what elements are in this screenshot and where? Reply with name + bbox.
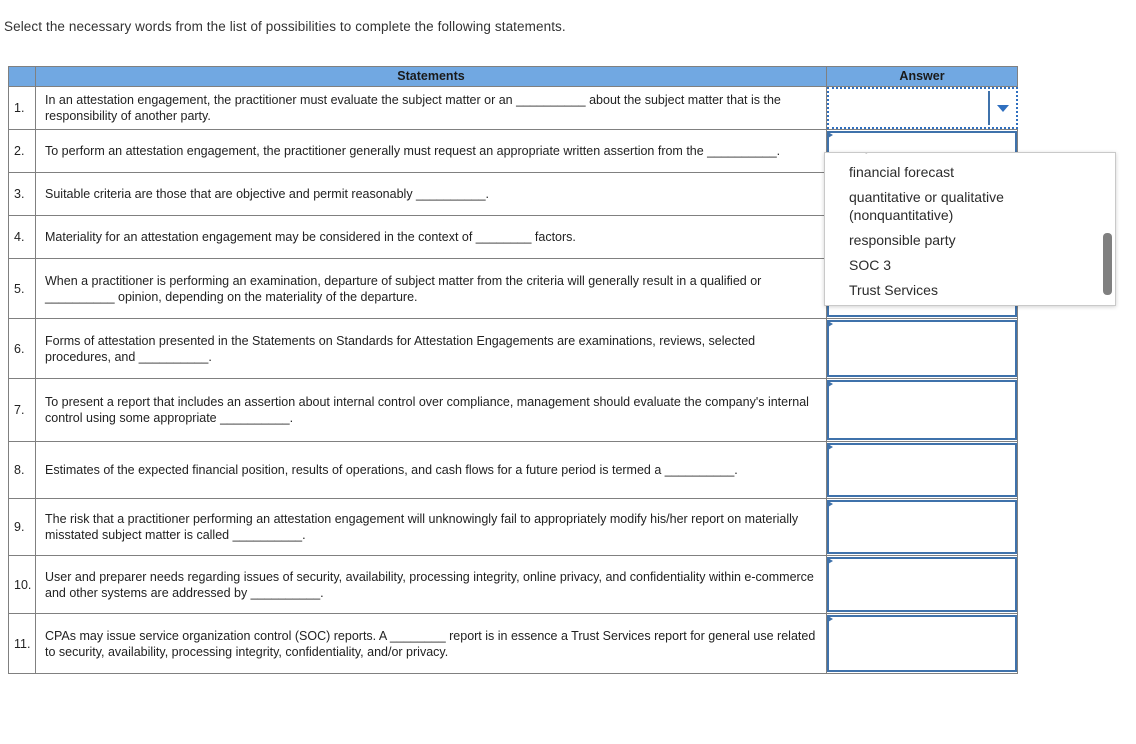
answer-dropdown-10[interactable] (827, 557, 1017, 612)
dropdown-pointer-nub (853, 153, 868, 154)
row-number: 10. (8, 555, 36, 614)
answer-dropdown-7[interactable] (827, 380, 1017, 440)
statement-text: Estimates of the expected financial posi… (35, 441, 827, 499)
row-number: 1. (8, 86, 36, 130)
statement-text: To perform an attestation engagement, th… (35, 129, 827, 173)
column-header-answer: Answer (826, 66, 1018, 87)
dropdown-option-soc-3[interactable]: SOC 3 (825, 253, 1115, 278)
statement-text: In an attestation engagement, the practi… (35, 86, 827, 130)
statement-text: Forms of attestation presented in the St… (35, 318, 827, 379)
answer-dropdown-11[interactable] (827, 615, 1017, 672)
dropdown-option-list: financial forecast quantitative or quali… (825, 153, 1115, 303)
column-header-statements: Statements (35, 66, 827, 87)
table-row: 9. The risk that a practitioner performi… (8, 498, 1018, 556)
row-number: 6. (8, 318, 36, 379)
answer-cell-6[interactable] (826, 318, 1018, 379)
answer-dropdown-6[interactable] (827, 320, 1017, 377)
answer-cell-11[interactable] (826, 613, 1018, 674)
page-instructions: Select the necessary words from the list… (4, 19, 566, 34)
dropdown-scrollbar-thumb[interactable] (1103, 233, 1112, 295)
row-number: 9. (8, 498, 36, 556)
answer-cell-9[interactable] (826, 498, 1018, 556)
table-row: 7. To present a report that includes an … (8, 378, 1018, 442)
table-row: 11. CPAs may issue service organization … (8, 613, 1018, 674)
dropdown-options-panel[interactable]: financial forecast quantitative or quali… (824, 152, 1116, 306)
answer-dropdown-1[interactable] (827, 87, 1018, 129)
row-number: 4. (8, 215, 36, 259)
statement-text: The risk that a practitioner performing … (35, 498, 827, 556)
dropdown-scrollbar[interactable] (1103, 155, 1112, 303)
statement-text: When a practitioner is performing an exa… (35, 258, 827, 319)
dropdown-option-trust-services[interactable]: Trust Services (825, 278, 1115, 303)
dropdown-option-quantitative-or-qualitative[interactable]: quantitative or qualitative (nonquantita… (825, 185, 1115, 228)
chevron-down-icon[interactable] (996, 105, 1009, 112)
statement-text: User and preparer needs regarding issues… (35, 555, 827, 614)
answer-cell-8[interactable] (826, 441, 1018, 499)
row-number: 3. (8, 172, 36, 216)
column-header-number (8, 66, 36, 87)
row-number: 7. (8, 378, 36, 442)
statement-text: Suitable criteria are those that are obj… (35, 172, 827, 216)
answer-cell-10[interactable] (826, 555, 1018, 614)
row-number: 11. (8, 613, 36, 674)
answer-cell-7[interactable] (826, 378, 1018, 442)
table-row: 6. Forms of attestation presented in the… (8, 318, 1018, 379)
row-number: 8. (8, 441, 36, 499)
answer-dropdown-8[interactable] (827, 443, 1017, 497)
statement-text: CPAs may issue service organization cont… (35, 613, 827, 674)
table-row: 10. User and preparer needs regarding is… (8, 555, 1018, 614)
dropdown-option-financial-forecast[interactable]: financial forecast (825, 160, 1115, 185)
row-number: 5. (8, 258, 36, 319)
statement-text: Materiality for an attestation engagemen… (35, 215, 827, 259)
answer-cell-1[interactable] (827, 87, 1018, 130)
answer-dropdown-9[interactable] (827, 500, 1017, 554)
dropdown-divider (987, 91, 990, 125)
row-number: 2. (8, 129, 36, 173)
table-row: 8. Estimates of the expected financial p… (8, 441, 1018, 499)
dropdown-option-responsible-party[interactable]: responsible party (825, 228, 1115, 253)
table-row: 1. In an attestation engagement, the pra… (8, 86, 1018, 130)
table-header-row: Statements Answer (8, 66, 1018, 87)
statement-text: To present a report that includes an ass… (35, 378, 827, 442)
